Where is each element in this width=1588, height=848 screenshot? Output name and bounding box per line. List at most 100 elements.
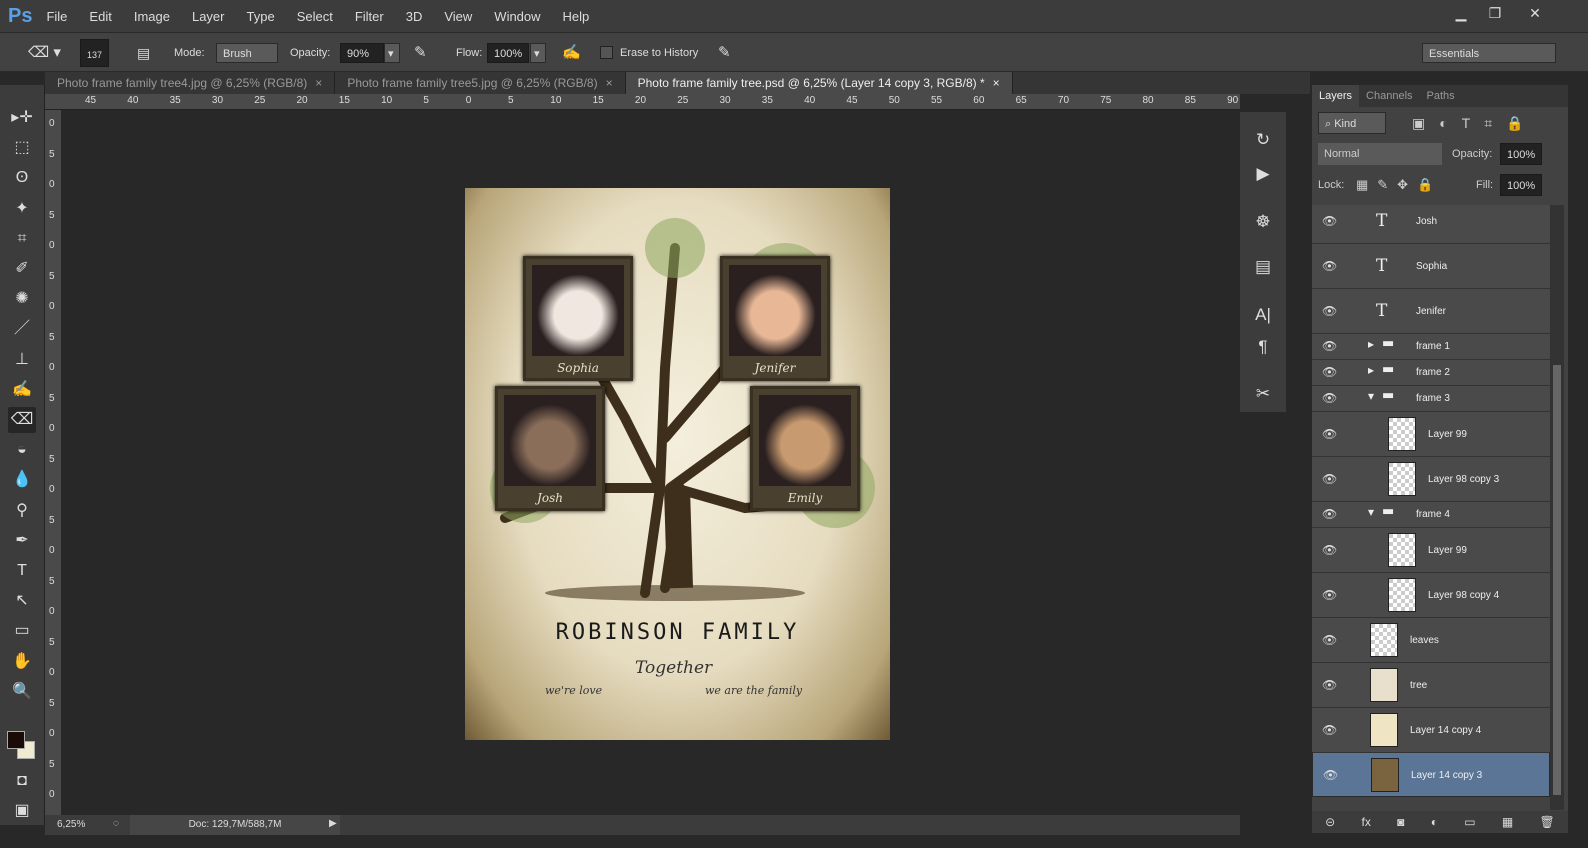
- layers-footer-button[interactable]: ▭: [1464, 815, 1475, 829]
- fill-input[interactable]: 100%: [1500, 174, 1542, 196]
- menu-help[interactable]: Help: [563, 9, 590, 24]
- restore-button[interactable]: ❐: [1480, 2, 1510, 24]
- lasso-tool-icon[interactable]: ʘ: [8, 165, 36, 191]
- document-tab[interactable]: Photo frame family tree5.jpg @ 6,25% (RG…: [335, 72, 626, 94]
- erase-history-label[interactable]: Erase to History: [620, 43, 698, 63]
- layer-row[interactable]: 👁 Layer 98 copy 4: [1312, 572, 1550, 617]
- airbrush-icon[interactable]: ✍: [562, 43, 581, 63]
- panel-tab-paths[interactable]: Paths: [1420, 85, 1462, 107]
- layer-row[interactable]: 👁 T Jenifer: [1312, 288, 1550, 333]
- layer-row[interactable]: 👁 ▾ ▬ frame 4: [1312, 501, 1550, 527]
- minimize-button[interactable]: ▁: [1446, 2, 1476, 24]
- layer-row[interactable]: 👁 ▾ ▬ frame 3: [1312, 385, 1550, 411]
- erase-history-checkbox[interactable]: [600, 46, 613, 59]
- quick-mask-icon[interactable]: ◘: [8, 768, 36, 794]
- layer-row[interactable]: 👁 Layer 99: [1312, 527, 1550, 572]
- brush-panel-icon[interactable]: ▤: [137, 43, 150, 63]
- zoom-tool-icon[interactable]: 🔍: [8, 679, 36, 705]
- menu-layer[interactable]: Layer: [192, 9, 225, 24]
- history-brush-tool-icon[interactable]: ✍: [8, 377, 36, 403]
- layer-row[interactable]: 👁 T Sophia: [1312, 243, 1550, 288]
- pen-tool-icon[interactable]: ✒: [8, 528, 36, 554]
- marquee-tool-icon[interactable]: ⬚: [8, 135, 36, 161]
- menu-3d[interactable]: 3D: [406, 9, 423, 24]
- menu-select[interactable]: Select: [297, 9, 333, 24]
- menu-image[interactable]: Image: [134, 9, 170, 24]
- dodge-tool-icon[interactable]: ⚲: [8, 498, 36, 524]
- tab-close-icon[interactable]: ×: [993, 76, 1000, 90]
- pressure-size-icon[interactable]: ✎: [718, 43, 731, 63]
- visibility-eye-icon[interactable]: 👁: [1322, 214, 1337, 228]
- mode-select[interactable]: Brush: [216, 43, 278, 63]
- screen-mode-icon[interactable]: ▣: [8, 798, 36, 824]
- filter-kind-select[interactable]: ⌕ Kind: [1318, 112, 1386, 134]
- visibility-eye-icon[interactable]: 👁: [1322, 304, 1337, 318]
- eraser-tool-icon[interactable]: ⌫ ▾: [28, 43, 61, 63]
- layers-footer-button[interactable]: ⊝: [1325, 815, 1335, 829]
- visibility-eye-icon[interactable]: 👁: [1322, 588, 1337, 602]
- status-menu-arrow[interactable]: ▶: [329, 818, 337, 829]
- blur-tool-icon[interactable]: 💧: [8, 467, 36, 493]
- move-tool-icon[interactable]: ▸✛: [8, 105, 36, 131]
- visibility-eye-icon[interactable]: 👁: [1323, 768, 1338, 782]
- close-window-button[interactable]: ✕: [1520, 2, 1550, 24]
- paragraph-icon[interactable]: ¶: [1250, 337, 1276, 357]
- visibility-eye-icon[interactable]: 👁: [1322, 259, 1337, 273]
- tab-close-icon[interactable]: ×: [606, 76, 613, 90]
- expand-open-icon[interactable]: ▾: [1368, 389, 1374, 403]
- layer-row[interactable]: 👁 Layer 98 copy 3: [1312, 456, 1550, 501]
- panel-tab-channels[interactable]: Channels: [1359, 85, 1419, 107]
- visibility-eye-icon[interactable]: 👁: [1322, 427, 1337, 441]
- layers-footer-button[interactable]: ◐: [1431, 815, 1438, 829]
- opacity-input[interactable]: 90%: [340, 43, 384, 63]
- layers-footer-button[interactable]: 🗑: [1540, 815, 1555, 829]
- blend-mode-select[interactable]: Normal: [1318, 143, 1442, 165]
- flow-dropdown[interactable]: ▾: [530, 43, 546, 63]
- eraser-tool-icon[interactable]: ⌫: [8, 407, 36, 433]
- flow-input[interactable]: 100%: [487, 43, 529, 63]
- visibility-eye-icon[interactable]: 👁: [1322, 678, 1337, 692]
- visibility-eye-icon[interactable]: 👁: [1322, 633, 1337, 647]
- visibility-eye-icon[interactable]: 👁: [1322, 339, 1337, 353]
- eyedropper-tool-icon[interactable]: ✐: [8, 256, 36, 282]
- magic-wand-tool-icon[interactable]: ✦: [8, 196, 36, 222]
- menu-window[interactable]: Window: [494, 9, 540, 24]
- stamp-tool-icon[interactable]: ⊥: [8, 347, 36, 373]
- layers-scrollbar[interactable]: [1550, 205, 1564, 810]
- visibility-eye-icon[interactable]: 👁: [1322, 472, 1337, 486]
- tab-close-icon[interactable]: ×: [315, 76, 322, 90]
- layers-footer-button[interactable]: fx: [1362, 815, 1371, 829]
- menu-filter[interactable]: Filter: [355, 9, 384, 24]
- panel-tab-layers[interactable]: Layers: [1312, 85, 1360, 107]
- expand-closed-icon[interactable]: ▸: [1368, 363, 1374, 377]
- document-tab[interactable]: Photo frame family tree.psd @ 6,25% (Lay…: [625, 72, 1013, 94]
- menu-edit[interactable]: Edit: [89, 9, 111, 24]
- layer-row[interactable]: 👁 Layer 14 copy 4: [1312, 707, 1550, 752]
- layer-filter-icons[interactable]: ▣◐T⌗🔒: [1412, 112, 1538, 134]
- zoom-level[interactable]: 6,25%: [57, 819, 85, 830]
- layer-row[interactable]: 👁 ▸ ▬ frame 1: [1312, 333, 1550, 359]
- layer-row[interactable]: 👁 Layer 99: [1312, 411, 1550, 456]
- visibility-eye-icon[interactable]: 👁: [1322, 365, 1337, 379]
- visibility-eye-icon[interactable]: 👁: [1322, 391, 1337, 405]
- document-canvas[interactable]: Sophia Jenifer Josh Emily Robinson famil…: [465, 188, 890, 740]
- opacity-dropdown[interactable]: ▾: [384, 43, 400, 63]
- tool-presets-icon[interactable]: ✂: [1250, 384, 1276, 404]
- crop-tool-icon[interactable]: ⌗: [8, 226, 36, 252]
- layer-row[interactable]: 👁 leaves: [1312, 617, 1550, 662]
- workspace-select[interactable]: Essentials: [1422, 43, 1556, 63]
- visibility-eye-icon[interactable]: 👁: [1322, 543, 1337, 557]
- menu-type[interactable]: Type: [247, 9, 275, 24]
- rectangle-tool-icon[interactable]: ▭: [8, 618, 36, 644]
- type-tool-icon[interactable]: T: [8, 558, 36, 584]
- pressure-opacity-icon[interactable]: ✎: [414, 43, 427, 63]
- actions-play-icon[interactable]: ▶: [1250, 164, 1276, 184]
- menu-view[interactable]: View: [444, 9, 472, 24]
- layer-row[interactable]: 👁 tree: [1312, 662, 1550, 707]
- layer-row[interactable]: 👁 ▸ ▬ frame 2: [1312, 359, 1550, 385]
- character-icon[interactable]: A|: [1250, 305, 1276, 325]
- brush-tool-icon[interactable]: ／: [8, 316, 36, 342]
- foreground-color-swatch[interactable]: [7, 731, 25, 749]
- paint-bucket-tool-icon[interactable]: ◒: [8, 437, 36, 463]
- visibility-eye-icon[interactable]: 👁: [1322, 507, 1337, 521]
